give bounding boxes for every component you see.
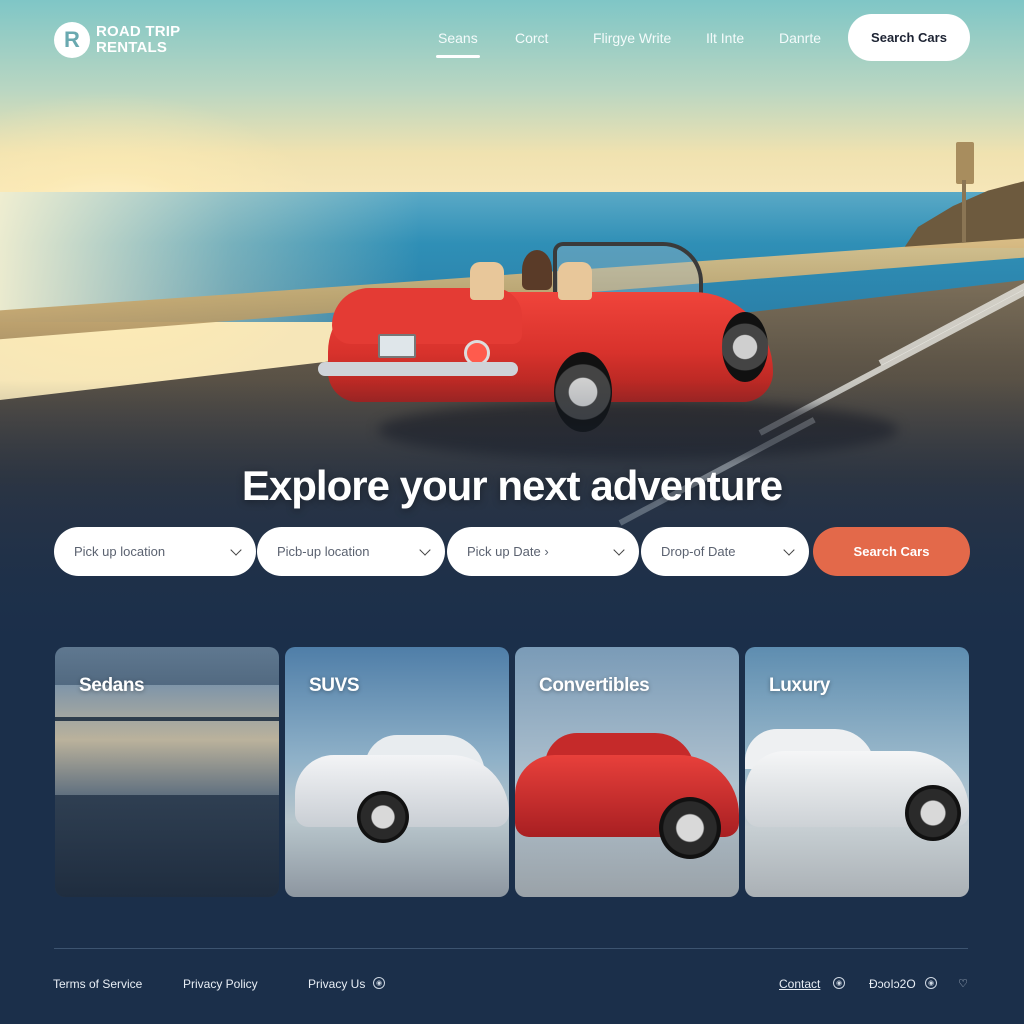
category-card-suvs[interactable]: SUVS <box>285 647 509 897</box>
pickup-location-field-2[interactable]: Picb-up location <box>257 527 445 576</box>
car-wheel <box>905 785 961 841</box>
road-sign-post <box>962 180 966 242</box>
pickup-location-field[interactable]: Pick up location <box>54 527 256 576</box>
showroom-window <box>55 685 279 795</box>
nav-search-cars-button[interactable]: Search Cars <box>848 14 970 61</box>
car-wheel <box>357 791 409 843</box>
car-seat <box>470 262 504 300</box>
card-title: Convertibles <box>539 675 650 696</box>
car-wheel <box>722 312 768 382</box>
chevron-down-icon <box>783 543 795 556</box>
category-card-convertibles[interactable]: Convertibles <box>515 647 739 897</box>
chevron-down-icon <box>230 543 242 556</box>
car-driver <box>522 250 552 290</box>
showroom-floor <box>55 795 279 897</box>
card-title: SUVS <box>309 675 360 696</box>
chevron-down-icon <box>419 543 431 556</box>
nav-link-4[interactable]: Ilt Inte <box>706 30 744 46</box>
category-card-luxury[interactable]: Luxury <box>745 647 969 897</box>
field-label: Pick up Date › <box>467 544 549 559</box>
car-bumper <box>318 362 518 376</box>
footer-contact-link[interactable]: Contact <box>779 977 820 991</box>
footer-privacy-us-link[interactable]: Privacy Us <box>308 977 365 991</box>
car-seat <box>558 262 592 300</box>
field-label: Picb-up location <box>277 544 370 559</box>
logo-badge-icon: R <box>54 22 90 58</box>
chevron-down-icon <box>613 543 625 556</box>
brand-logo[interactable]: R ROAD TRIP RENTALS <box>54 22 180 58</box>
hero-fade <box>0 380 1024 640</box>
card-title: Sedans <box>79 675 145 696</box>
social-circle-icon[interactable]: ◉ <box>373 977 385 989</box>
brand-line-2: RENTALS <box>96 39 168 56</box>
category-card-sedans[interactable]: Sedans <box>55 647 279 897</box>
hero-headline: Explore your next adventure <box>241 462 783 509</box>
field-label: Drop-of Date <box>661 544 736 559</box>
footer-social-handle[interactable]: ÐɔoIɔ2O <box>869 977 916 991</box>
footer-divider <box>54 948 968 949</box>
road-sign <box>956 142 974 184</box>
social-circle-icon[interactable]: ◉ <box>925 977 937 989</box>
car-wheel <box>659 797 721 859</box>
heart-icon[interactable]: ♡ <box>957 977 969 990</box>
field-label: Pick up location <box>74 544 166 559</box>
dropoff-date-field[interactable]: Drop-of Date <box>641 527 809 576</box>
nav-link-2[interactable]: Corct <box>515 30 548 46</box>
nav-link-5[interactable]: Danrte <box>779 30 821 46</box>
pickup-date-field[interactable]: Pick up Date › <box>447 527 639 576</box>
card-title: Luxury <box>769 675 830 696</box>
search-cars-button[interactable]: Search Cars <box>813 527 970 576</box>
top-nav: R ROAD TRIP RENTALS Seans Corct Flirgye … <box>0 0 1024 80</box>
brand-line-1: ROAD TRIP <box>96 23 181 40</box>
nav-link-1[interactable]: Seans <box>436 30 480 58</box>
footer-terms-link[interactable]: Terms of Service <box>53 977 142 991</box>
license-plate <box>378 334 416 358</box>
social-circle-icon[interactable]: ◉ <box>833 977 845 989</box>
showroom-frame <box>55 717 279 721</box>
nav-link-3[interactable]: Flirgye Write <box>593 30 671 46</box>
brand-name: ROAD TRIP RENTALS <box>96 24 180 56</box>
footer-privacy-link[interactable]: Privacy Policy <box>183 977 258 991</box>
